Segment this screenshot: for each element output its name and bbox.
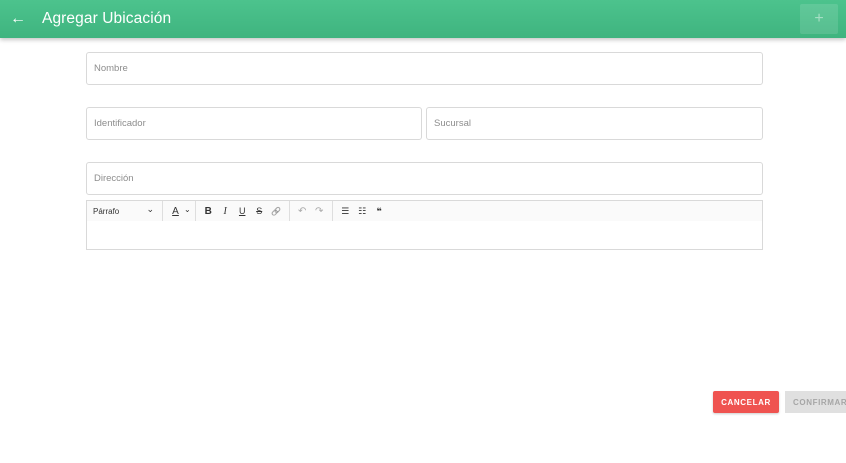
nombre-input[interactable] (94, 53, 762, 84)
blockquote-icon[interactable]: ❝ (371, 203, 388, 219)
bold-icon[interactable]: B (200, 203, 217, 219)
redo-icon[interactable]: ↷ (311, 203, 328, 219)
bullet-list-icon[interactable]: ☰ (337, 203, 354, 219)
numbered-list-icon[interactable]: ☷ (354, 203, 371, 219)
confirm-button[interactable]: CONFIRMAR (785, 391, 846, 413)
undo-icon[interactable]: ↶ (294, 203, 311, 219)
direccion-input[interactable] (94, 163, 762, 194)
app-header: ← Agregar Ubicación + (0, 0, 846, 38)
font-color-chevron-icon[interactable]: ⌄ (184, 205, 191, 214)
format-group: B I U S 🔗 (196, 201, 290, 221)
paragraph-select[interactable]: Párrafo ⌄ (87, 201, 163, 221)
nombre-field[interactable] (86, 52, 763, 85)
identificador-field[interactable] (86, 107, 422, 140)
font-color-group: A ⌄ (163, 201, 196, 221)
link-icon[interactable]: 🔗 (268, 203, 285, 219)
cancel-button[interactable]: CANCELAR (713, 391, 779, 413)
paragraph-select-label: Párrafo (93, 206, 120, 216)
font-color-icon[interactable]: A (167, 203, 184, 219)
sucursal-field[interactable] (426, 107, 763, 140)
identificador-input[interactable] (94, 108, 421, 139)
underline-icon[interactable]: U (234, 203, 251, 219)
history-group: ↶ ↷ (290, 201, 333, 221)
page-title: Agregar Ubicación (42, 10, 172, 27)
chevron-down-icon: ⌄ (146, 203, 154, 214)
sucursal-input[interactable] (434, 108, 762, 139)
back-arrow-icon[interactable]: ← (0, 0, 36, 38)
list-group: ☰ ☷ ❝ (333, 201, 392, 221)
direccion-editor-content[interactable] (86, 221, 763, 250)
editor-toolbar: Párrafo ⌄ A ⌄ B I U S 🔗 ↶ ↷ ☰ ☷ ❝ (86, 200, 763, 222)
direccion-field[interactable] (86, 162, 763, 195)
add-icon[interactable]: + (800, 4, 838, 34)
italic-icon[interactable]: I (217, 203, 234, 219)
strikethrough-icon[interactable]: S (251, 203, 268, 219)
